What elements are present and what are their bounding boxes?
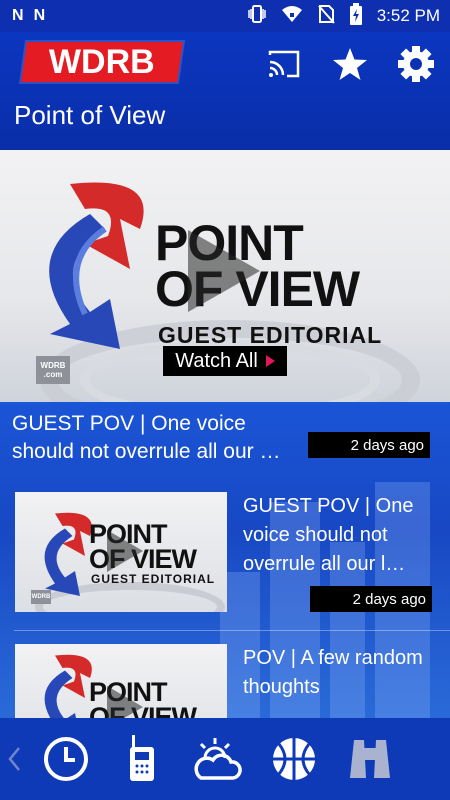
video-thumbnail[interactable]: POINT OF VIEW GUEST EDITORIAL WDRB <box>15 492 227 612</box>
battery-charging-icon <box>349 2 363 30</box>
featured-title[interactable]: GUEST POV | One voice should not overrul… <box>12 410 312 466</box>
play-icon[interactable] <box>105 528 145 574</box>
item-title[interactable]: POV | A few random thoughts <box>243 644 433 702</box>
nav-explore[interactable] <box>332 718 408 800</box>
gear-icon <box>398 46 434 82</box>
basketball-icon <box>273 738 315 780</box>
nav-sports[interactable] <box>256 718 332 800</box>
divider <box>14 630 450 631</box>
play-icon[interactable] <box>105 684 145 718</box>
logo-text: WDRB <box>49 42 155 81</box>
weather-icon <box>194 738 242 780</box>
item-title[interactable]: GUEST POV | One voice should not overrul… <box>243 492 433 579</box>
favorites-button[interactable] <box>330 44 370 84</box>
arrows-icon <box>49 182 144 349</box>
hero-artwork-subtitle: GUEST EDITORIAL <box>158 322 383 348</box>
nav-scroll-left[interactable] <box>0 746 28 772</box>
settings-button[interactable] <box>396 44 436 84</box>
wdrb-logo[interactable]: WDRB <box>21 42 183 82</box>
walkie-talkie-icon <box>130 735 154 781</box>
time-badge: 2 days ago <box>310 586 432 612</box>
play-icon[interactable] <box>184 226 264 316</box>
star-icon <box>333 48 367 80</box>
status-bar: N N 3:52 PM <box>0 0 450 32</box>
hero-video[interactable]: POINT OF VIEW GUEST EDITORIAL WDRB .com W… <box>0 150 450 402</box>
watch-all-button[interactable]: Watch All <box>163 346 287 376</box>
nav-weather[interactable] <box>180 718 256 800</box>
video-thumbnail[interactable]: POINT OF VIEW <box>15 644 227 718</box>
chevron-left-icon <box>8 747 20 771</box>
nav-clock[interactable] <box>28 718 104 800</box>
thumb-subtitle: GUEST EDITORIAL <box>91 572 216 586</box>
video-list[interactable]: GUEST POV | One voice should not overrul… <box>0 402 450 718</box>
app-header: WDRB Point of View <box>0 32 450 152</box>
notification-icon: N <box>33 7 46 24</box>
wifi-icon <box>281 5 303 28</box>
nav-radio[interactable] <box>104 718 180 800</box>
page-title: Point of View <box>14 100 166 130</box>
bottom-nav <box>0 718 450 800</box>
binoculars-icon <box>350 740 390 778</box>
vibrate-icon <box>247 4 267 29</box>
list-item[interactable]: POINT OF VIEW POV | A few random thought… <box>0 644 450 718</box>
clock-icon <box>44 737 88 781</box>
time-badge: 2 days ago <box>308 432 430 458</box>
cast-icon <box>268 50 300 78</box>
notification-icon: N <box>12 7 24 24</box>
play-arrow-icon <box>265 355 275 367</box>
wdrb-small-logo: WDRB .com <box>36 356 70 384</box>
list-item[interactable]: POINT OF VIEW GUEST EDITORIAL WDRB GUEST… <box>0 492 450 632</box>
status-time: 3:52 PM <box>376 6 440 25</box>
wdrb-small-logo: WDRB <box>31 590 51 604</box>
cast-button[interactable] <box>264 44 304 84</box>
watch-all-label: Watch All <box>175 349 258 372</box>
no-sim-icon <box>317 4 335 29</box>
